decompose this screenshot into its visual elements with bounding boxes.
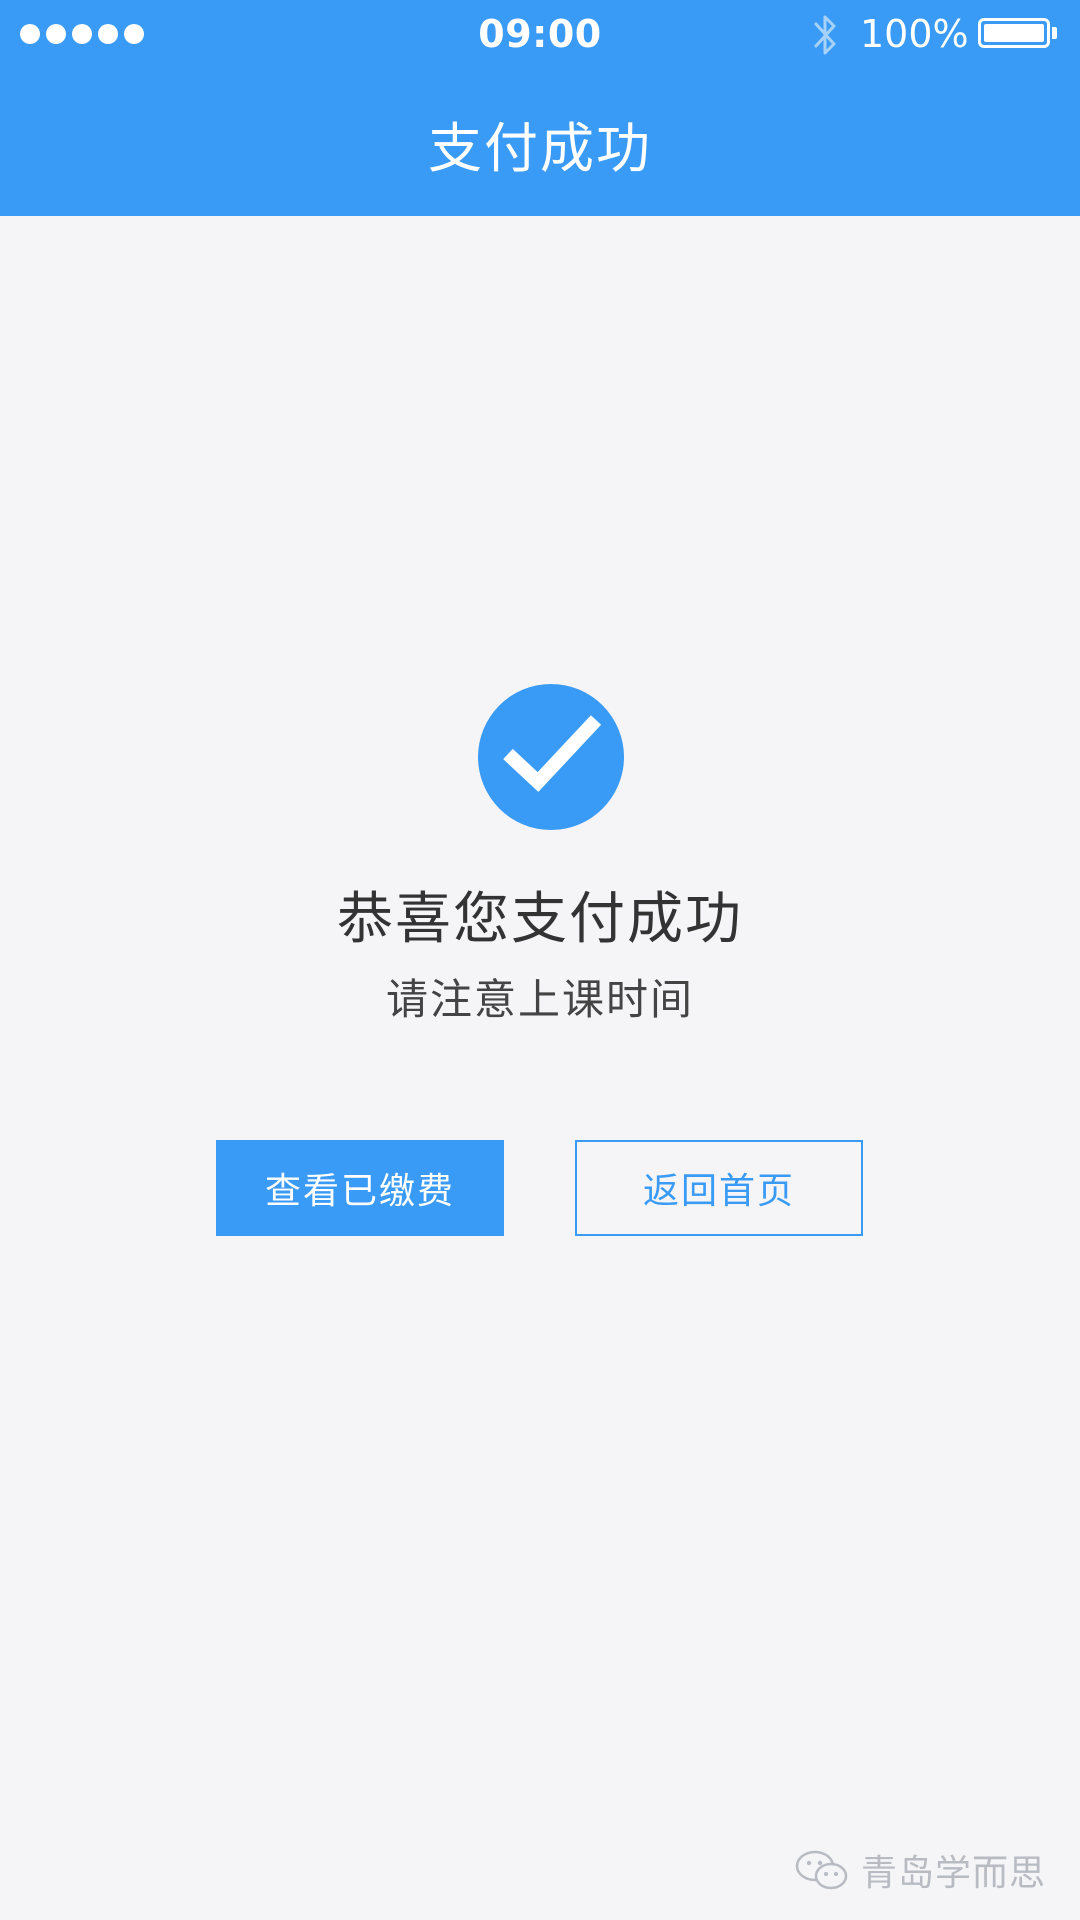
checkmark-icon — [503, 715, 602, 792]
check-circle-icon — [478, 684, 624, 830]
bluetooth-icon — [814, 15, 836, 55]
battery-level — [984, 24, 1044, 42]
battery-tip — [1052, 27, 1057, 39]
back-home-button[interactable]: 返回首页 — [575, 1140, 863, 1236]
watermark: 青岛学而思 — [793, 1844, 1046, 1896]
battery-icon — [978, 18, 1050, 48]
nav-bar: 支付成功 — [0, 70, 1080, 216]
page-title: 支付成功 — [428, 116, 652, 180]
view-paid-button[interactable]: 查看已缴费 — [216, 1140, 504, 1236]
wechat-icon — [795, 1850, 848, 1890]
payment-success-screen: 09:00 100% 支付成功 恭喜您支付成功 请注意上课时间 查看已缴费 返回… — [0, 0, 1080, 1920]
battery-percent: 100% — [860, 12, 969, 56]
status-bar: 09:00 100% — [0, 0, 1080, 70]
top-bar: 09:00 100% 支付成功 — [0, 0, 1080, 216]
success-headline: 恭喜您支付成功 — [337, 887, 743, 952]
watermark-text: 青岛学而思 — [860, 1853, 1046, 1894]
success-subline: 请注意上课时间 — [385, 975, 694, 1024]
